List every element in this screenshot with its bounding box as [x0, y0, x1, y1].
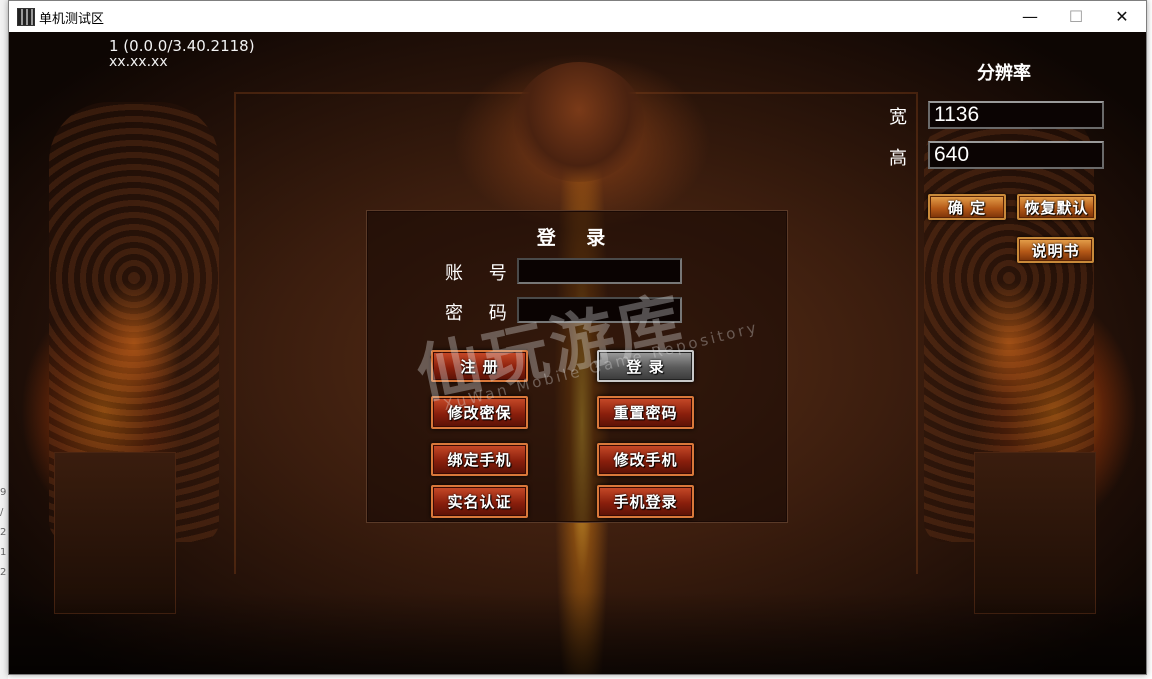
height-input[interactable]: 640: [928, 141, 1104, 169]
server-address: xx.xx.xx: [109, 54, 168, 70]
modify-phone-button[interactable]: 修改手机: [597, 443, 694, 476]
restore-default-button[interactable]: 恢复默认: [1017, 194, 1096, 220]
game-window: 单机测试区 — ☐ ✕ 1 (0.0.0/3.40.2118) xx.xx.xx…: [8, 0, 1147, 675]
reset-password-button[interactable]: 重置密码: [597, 396, 694, 429]
left-pillar: [54, 452, 176, 614]
maximize-button[interactable]: ☐: [1053, 1, 1099, 32]
version-text: 1 (0.0.0/3.40.2118): [109, 37, 255, 55]
desktop-glyph: 9: [0, 487, 7, 498]
height-label: 高: [889, 148, 907, 169]
minimize-button[interactable]: —: [1007, 1, 1053, 32]
right-pillar: [974, 452, 1096, 614]
account-label: 账 号: [445, 263, 517, 284]
game-canvas: 1 (0.0.0/3.40.2118) xx.xx.xx 分辨率 宽 1136 …: [9, 32, 1146, 674]
login-title: 登 录: [536, 227, 618, 249]
close-button[interactable]: ✕: [1099, 1, 1145, 32]
title-bar[interactable]: 单机测试区 — ☐ ✕: [9, 1, 1146, 32]
width-input[interactable]: 1136: [928, 101, 1104, 129]
desktop-glyph: 2: [0, 527, 7, 538]
desktop-edge: 9 / 2 1 2: [0, 0, 8, 679]
width-label: 宽: [889, 107, 907, 128]
real-name-button[interactable]: 实名认证: [431, 485, 528, 518]
desktop-glyph: /: [0, 507, 4, 518]
window-title: 单机测试区: [39, 12, 105, 27]
floor-shadow: [9, 592, 1146, 674]
app-icon: [17, 8, 35, 26]
resolution-title: 分辨率: [977, 63, 1031, 84]
desktop-glyph: 2: [0, 567, 7, 578]
desktop-glyph: 1: [0, 547, 7, 558]
phone-login-button[interactable]: 手机登录: [597, 485, 694, 518]
confirm-button[interactable]: 确 定: [928, 194, 1006, 220]
demon-mask-ornament: [514, 62, 644, 182]
manual-button[interactable]: 说明书: [1017, 237, 1094, 263]
bind-phone-button[interactable]: 绑定手机: [431, 443, 528, 476]
